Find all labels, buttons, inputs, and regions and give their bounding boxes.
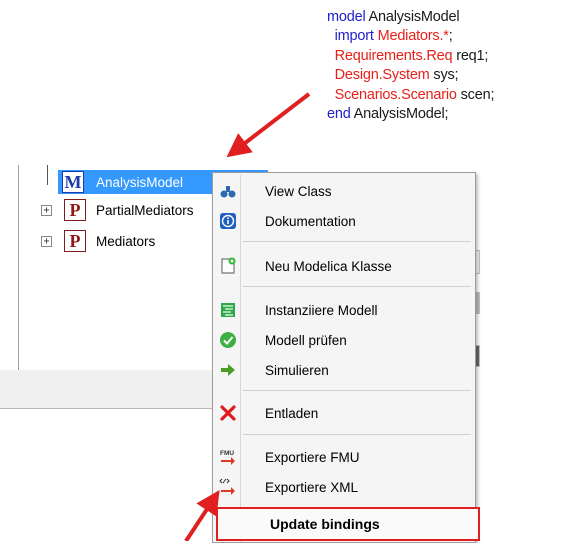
annotation-arrows	[184, 92, 311, 541]
arrow-to-update-bindings	[184, 489, 220, 541]
arrow-to-analysismodel	[226, 92, 311, 158]
